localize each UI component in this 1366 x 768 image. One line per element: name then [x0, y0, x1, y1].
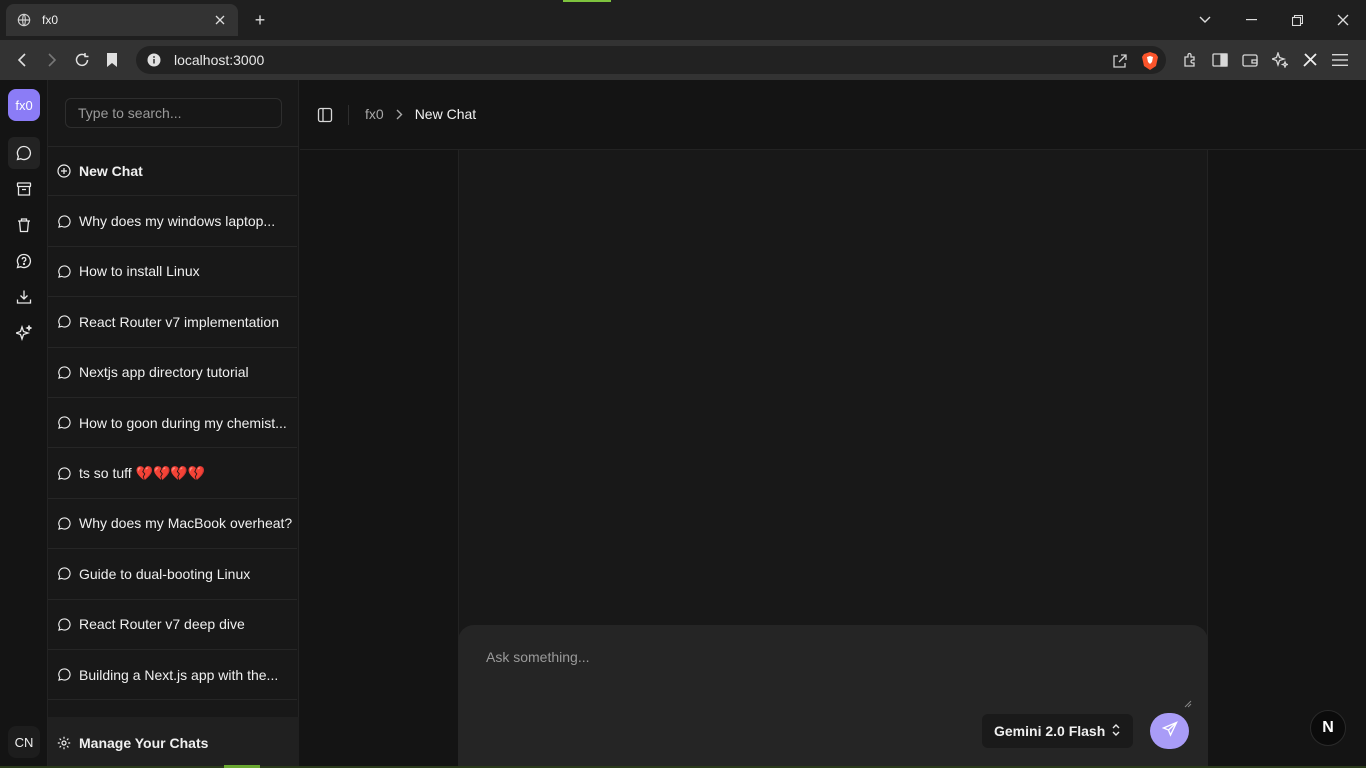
back-icon[interactable] — [12, 50, 32, 70]
app-logo[interactable]: fx0 — [8, 89, 40, 121]
chat-list-item[interactable]: Why does my MacBook overheat? — [48, 499, 297, 550]
avatar[interactable]: CN — [8, 726, 40, 758]
tools-icon[interactable] — [1300, 48, 1320, 72]
chat-list-item[interactable]: ts so tuff 💔💔💔💔 — [48, 448, 297, 499]
chat-bubble-icon — [57, 516, 71, 530]
chat-list-item-label: React Router v7 implementation — [79, 313, 279, 330]
chat-list-item[interactable]: React Router v7 deep dive — [48, 600, 297, 650]
minimize-icon[interactable] — [1228, 0, 1274, 40]
breadcrumb-root[interactable]: fx0 — [365, 106, 384, 122]
globe-icon — [16, 12, 32, 28]
download-icon[interactable] — [8, 281, 40, 313]
chat-bubble-icon — [57, 668, 71, 682]
gear-icon — [57, 736, 71, 750]
close-tab-icon[interactable] — [212, 12, 228, 28]
breadcrumb-current: New Chat — [414, 106, 477, 122]
browser-tab-strip: fx0 + — [0, 0, 1366, 40]
plus-circle-icon — [57, 164, 71, 178]
chat-list-item[interactable]: Nextjs app directory tutorial — [48, 348, 297, 398]
help-icon[interactable] — [8, 245, 40, 277]
wallet-icon[interactable] — [1240, 48, 1260, 72]
leo-ai-icon[interactable] — [1270, 48, 1290, 72]
main-panel: fx0 New Chat Gemini 2.0 Flash N — [300, 80, 1366, 768]
chat-bubble-icon — [57, 416, 71, 430]
chat-list-item[interactable]: How to install Linux — [48, 247, 297, 298]
share-icon[interactable] — [1112, 53, 1128, 72]
site-info-icon[interactable] — [146, 52, 162, 68]
brave-shield-icon[interactable] — [1142, 52, 1158, 73]
extensions-icon[interactable] — [1180, 48, 1200, 72]
main-header: fx0 New Chat — [300, 80, 1366, 150]
app-root: fx0 CN New Chat Why does my windows lapt… — [0, 80, 1366, 768]
chat-list-item-label: Nextjs app directory tutorial — [79, 364, 249, 381]
manage-chats-button[interactable]: Manage Your Chats — [48, 717, 299, 768]
window-controls — [1182, 0, 1366, 40]
chat-list: New Chat Why does my windows laptop... H… — [48, 146, 297, 701]
model-select-label: Gemini 2.0 Flash — [994, 723, 1106, 739]
chat-list-item[interactable]: React Router v7 implementation — [48, 297, 297, 348]
resize-handle-icon[interactable] — [1182, 695, 1192, 708]
chat-list-item[interactable]: Why does my windows laptop... — [48, 196, 297, 247]
new-tab-button[interactable]: + — [250, 10, 270, 30]
chat-sidebar: New Chat Why does my windows laptop... H… — [48, 80, 299, 768]
send-button[interactable] — [1150, 713, 1189, 749]
model-select-button[interactable]: Gemini 2.0 Flash — [982, 714, 1133, 748]
icon-rail: fx0 CN — [0, 80, 48, 768]
chat-list-item[interactable]: Guide to dual-booting Linux — [48, 549, 297, 600]
chat-list-item-label: How to install Linux — [79, 263, 200, 280]
restore-icon[interactable] — [1274, 0, 1320, 40]
menu-icon[interactable] — [1330, 48, 1350, 72]
message-composer: Gemini 2.0 Flash — [458, 625, 1208, 768]
chat-bubble-icon — [57, 567, 71, 581]
chat-list-item[interactable]: How to goon during my chemist... — [48, 398, 297, 449]
chat-bubble-icon — [57, 315, 71, 329]
breadcrumb: fx0 New Chat — [365, 106, 476, 122]
url-text: localhost:3000 — [174, 52, 265, 68]
reload-icon[interactable] — [72, 50, 92, 70]
bookmark-icon[interactable] — [102, 50, 122, 70]
chat-icon[interactable] — [8, 137, 40, 169]
browser-tab[interactable]: fx0 — [6, 4, 238, 36]
chat-list-item-label: Why does my MacBook overheat? — [79, 515, 293, 532]
omnibox-actions — [1112, 52, 1158, 73]
chat-bubble-icon — [57, 365, 71, 379]
chat-bubble-icon — [57, 466, 71, 480]
new-chat-button[interactable]: New Chat — [48, 146, 297, 197]
chat-list-item-label: Why does my windows laptop... — [79, 213, 276, 230]
sidebar-toggle-icon[interactable] — [316, 106, 334, 124]
chat-list-item-label: Building a Next.js app with the... — [79, 666, 279, 683]
chevron-right-icon — [396, 109, 403, 120]
chat-list-item[interactable]: Building a Next.js app with the... — [48, 650, 297, 701]
chat-list-item-label: Guide to dual-booting Linux — [79, 565, 251, 582]
sidebar-panel-icon[interactable] — [1210, 48, 1230, 72]
trash-icon[interactable] — [8, 209, 40, 241]
chat-list-item-label: ts so tuff 💔💔💔💔 — [79, 464, 206, 481]
new-chat-label: New Chat — [79, 162, 143, 179]
chat-list-item-label: How to goon during my chemist... — [79, 414, 287, 431]
send-icon — [1161, 720, 1178, 742]
tab-title: fx0 — [42, 13, 59, 27]
address-bar[interactable]: localhost:3000 — [136, 46, 1166, 74]
tab-search-icon[interactable] — [1182, 0, 1228, 40]
chat-bubble-icon — [57, 264, 71, 278]
tab-strip-indicator — [563, 0, 611, 2]
forward-icon[interactable] — [42, 50, 62, 70]
manage-chats-label: Manage Your Chats — [79, 734, 209, 751]
chevrons-up-down-icon — [1111, 723, 1121, 740]
message-input[interactable] — [474, 641, 1190, 705]
header-divider — [348, 105, 349, 125]
chat-bubble-icon — [57, 214, 71, 228]
archive-icon[interactable] — [8, 173, 40, 205]
chat-bubble-icon — [57, 617, 71, 631]
search-input[interactable] — [65, 98, 282, 128]
chat-list-item-label: React Router v7 deep dive — [79, 616, 245, 633]
close-window-icon[interactable] — [1320, 0, 1366, 40]
sparkles-icon[interactable] — [8, 317, 40, 349]
extensions-toolbar — [1180, 48, 1350, 72]
nextjs-dev-badge[interactable]: N — [1310, 710, 1346, 746]
